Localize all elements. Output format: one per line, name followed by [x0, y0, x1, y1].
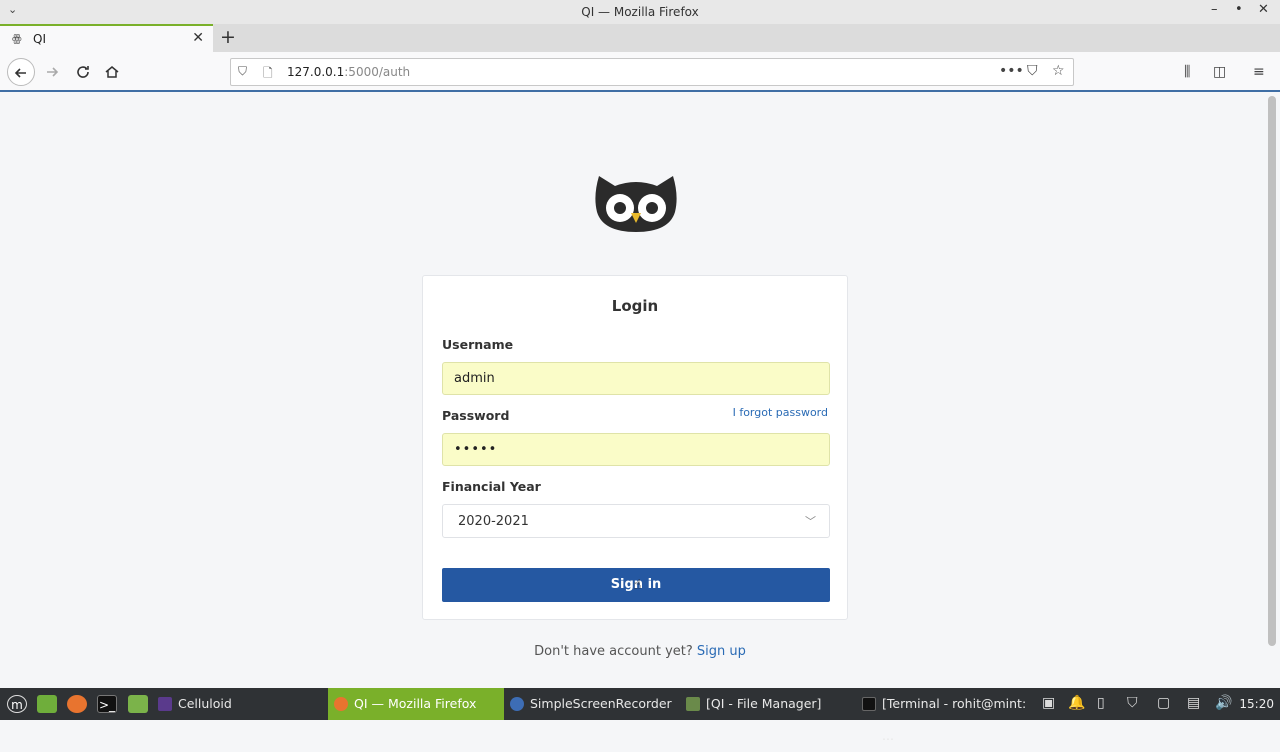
financial-year-select[interactable]: 2020-2021 ﹀ [442, 504, 830, 538]
show-desktop-icon[interactable] [37, 695, 57, 713]
folder-icon [686, 697, 700, 711]
sidebar-icon[interactable]: ◫ [1213, 64, 1226, 80]
financial-year-value: 2020-2021 [458, 514, 529, 529]
page-info-icon[interactable]: 🗋 [263, 64, 273, 85]
new-tab-button[interactable]: + [220, 26, 236, 48]
firefox-icon [334, 697, 348, 711]
navigation-toolbar: ⛉ 🗋 127.0.0.1:5000/auth ••• ⛉ ☆ ⫼ ◫ ≡ [0, 52, 1280, 92]
sign-up-link[interactable]: Sign up [697, 644, 746, 659]
login-title: Login [611, 297, 659, 315]
mint-menu-icon[interactable]: m [7, 695, 27, 713]
tab-title: QI [33, 32, 46, 46]
chevron-down-icon: ﹀ [805, 515, 816, 528]
home-button[interactable] [98, 58, 126, 86]
login-card: Login Username admin Password I forgot p… [422, 275, 848, 620]
password-label: Password [442, 408, 510, 423]
taskbar-item-file-manager[interactable]: [QI - File Manager] [680, 688, 856, 720]
pocket-icon[interactable]: ⛉ [1027, 63, 1038, 79]
recorder-icon [510, 697, 524, 711]
window-titlebar: ⌄ QI — Mozilla Firefox – • ✕ [0, 0, 1280, 24]
page-content: Login Username admin Password I forgot p… [0, 94, 1280, 688]
taskbar-item-terminal[interactable]: [Terminal - rohit@mint: ... [856, 688, 1032, 743]
home-icon [105, 66, 119, 78]
screen-recorder-tray-icon[interactable]: ▣ [1042, 695, 1055, 711]
reload-button[interactable] [69, 58, 97, 86]
celluloid-icon [158, 697, 172, 711]
bookmark-star-icon[interactable]: ☆ [1052, 63, 1065, 79]
page-actions-icon[interactable]: ••• [999, 63, 1024, 79]
terminal-launcher-icon[interactable]: >_ [97, 695, 117, 713]
library-icon[interactable]: ⫼ [1184, 64, 1190, 80]
signup-prompt: Don't have account yet? Sign up [0, 644, 1280, 659]
close-window-button[interactable]: ✕ [1258, 2, 1269, 17]
address-bar[interactable]: ⛉ 🗋 127.0.0.1:5000/auth ••• ⛉ ☆ [230, 58, 1074, 86]
tab-close-icon[interactable]: ✕ [192, 30, 204, 46]
terminal-icon [862, 697, 876, 711]
volume-icon[interactable]: 🔊 [1215, 695, 1232, 711]
tab-qi[interactable]: ꙮ QI ✕ [0, 24, 213, 52]
minimize-button[interactable]: – [1211, 2, 1218, 17]
shield-icon[interactable]: ⛉ [238, 64, 247, 79]
back-arrow-icon [14, 68, 26, 78]
taskbar-item-firefox[interactable]: QI — Mozilla Firefox [328, 688, 504, 720]
taskbar-item-screen-recorder[interactable]: SimpleScreenRecorder [504, 688, 680, 720]
reload-icon [77, 66, 89, 78]
owl-logo-icon [595, 176, 677, 232]
clock[interactable]: 15:20 [1239, 697, 1274, 711]
financial-year-label: Financial Year [442, 479, 541, 494]
signup-prefix: Don't have account yet? [534, 644, 693, 659]
forgot-password-link[interactable]: I forgot password [733, 406, 828, 419]
window-list-icon[interactable]: ▢ [1157, 695, 1170, 711]
firefox-launcher-icon[interactable] [67, 695, 87, 713]
taskbar: m >_ Celluloid QI — Mozilla Firefox Simp… [0, 688, 1280, 743]
hand-cursor-icon: ☝ [633, 577, 642, 593]
url-text: 127.0.0.1:5000/auth [287, 65, 411, 79]
password-input[interactable]: ••••• [442, 433, 830, 466]
username-label: Username [442, 337, 514, 352]
back-button[interactable] [7, 58, 35, 86]
window-title: QI — Mozilla Firefox [581, 5, 699, 19]
restore-button[interactable]: • [1235, 2, 1243, 17]
hamburger-menu-icon[interactable]: ≡ [1253, 64, 1265, 80]
clipboard-tray-icon[interactable]: ▯ [1097, 695, 1105, 711]
update-shield-icon[interactable]: ⛉ [1127, 695, 1138, 711]
notifications-icon[interactable]: 🔔 [1068, 695, 1085, 711]
taskbar-item-celluloid[interactable]: Celluloid [152, 688, 324, 720]
clipboard-icon[interactable]: ▤ [1187, 695, 1200, 711]
tab-strip: ꙮ QI ✕ + [0, 24, 1280, 52]
files-launcher-icon[interactable] [128, 695, 148, 713]
username-input[interactable]: admin [442, 362, 830, 395]
owl-favicon-icon: ꙮ [12, 32, 22, 45]
forward-arrow-icon [47, 67, 59, 77]
forward-button[interactable] [38, 58, 66, 86]
page-scrollbar[interactable] [1268, 96, 1276, 646]
